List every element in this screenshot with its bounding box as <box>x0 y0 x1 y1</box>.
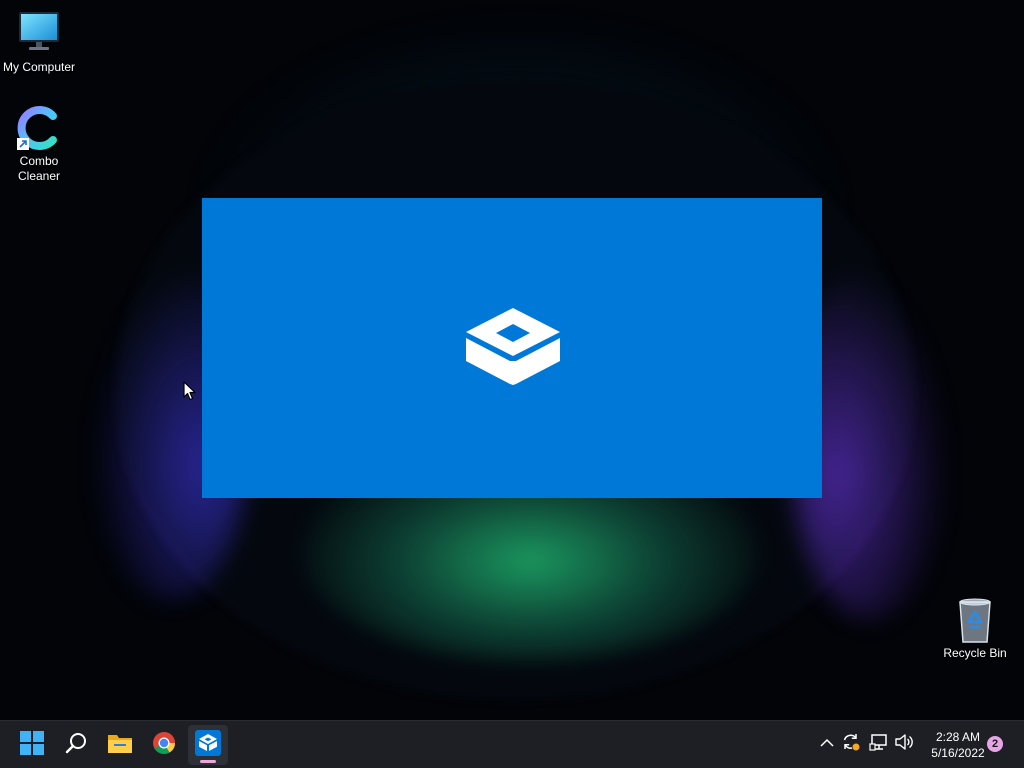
show-hidden-icons-button[interactable] <box>816 733 838 755</box>
sandbox-box-icon <box>464 306 562 386</box>
clock-time: 2:28 AM <box>935 730 981 744</box>
desktop-icon-label: Recycle Bin <box>943 646 1007 660</box>
search-icon <box>64 731 88 760</box>
sandbox-splash-window <box>202 198 822 498</box>
speaker-icon <box>894 732 914 757</box>
sync-status-button[interactable] <box>840 733 862 755</box>
notification-badge[interactable]: 2 <box>987 736 1003 752</box>
sandbox-box-icon <box>195 729 221 761</box>
desktop-icon-combo-cleaner[interactable]: Combo Cleaner <box>0 104 78 184</box>
volume-button[interactable] <box>893 733 915 755</box>
chrome-icon <box>152 731 176 760</box>
desktop: My Computer Combo Cleaner Recycle Bin <box>0 0 1024 720</box>
taskbar: 2:28 AM 5/16/2022 2 <box>0 720 1024 768</box>
desktop-icon-label: My Computer <box>2 60 76 74</box>
chevron-up-icon <box>820 735 834 753</box>
folder-icon <box>107 731 133 760</box>
desktop-icon-recycle-bin[interactable]: Recycle Bin <box>936 596 1014 661</box>
combo-cleaner-icon <box>15 104 63 152</box>
desktop-icon-my-computer[interactable]: My Computer <box>0 10 78 75</box>
chrome-button[interactable] <box>144 725 184 765</box>
mouse-cursor-icon <box>183 381 197 401</box>
network-icon <box>869 732 889 757</box>
file-explorer-button[interactable] <box>100 725 140 765</box>
recycle-bin-icon <box>951 596 999 644</box>
desktop-icon-label: Combo Cleaner <box>17 154 61 183</box>
clock[interactable]: 2:28 AM 5/16/2022 <box>920 729 996 761</box>
windows-sandbox-button[interactable] <box>188 725 228 765</box>
network-button[interactable] <box>868 733 890 755</box>
search-button[interactable] <box>56 725 96 765</box>
clock-date: 5/16/2022 <box>931 746 985 760</box>
sync-icon <box>841 732 861 757</box>
monitor-icon <box>15 10 63 58</box>
windows-logo-icon <box>19 730 45 761</box>
running-indicator <box>200 760 216 763</box>
start-button[interactable] <box>12 725 52 765</box>
